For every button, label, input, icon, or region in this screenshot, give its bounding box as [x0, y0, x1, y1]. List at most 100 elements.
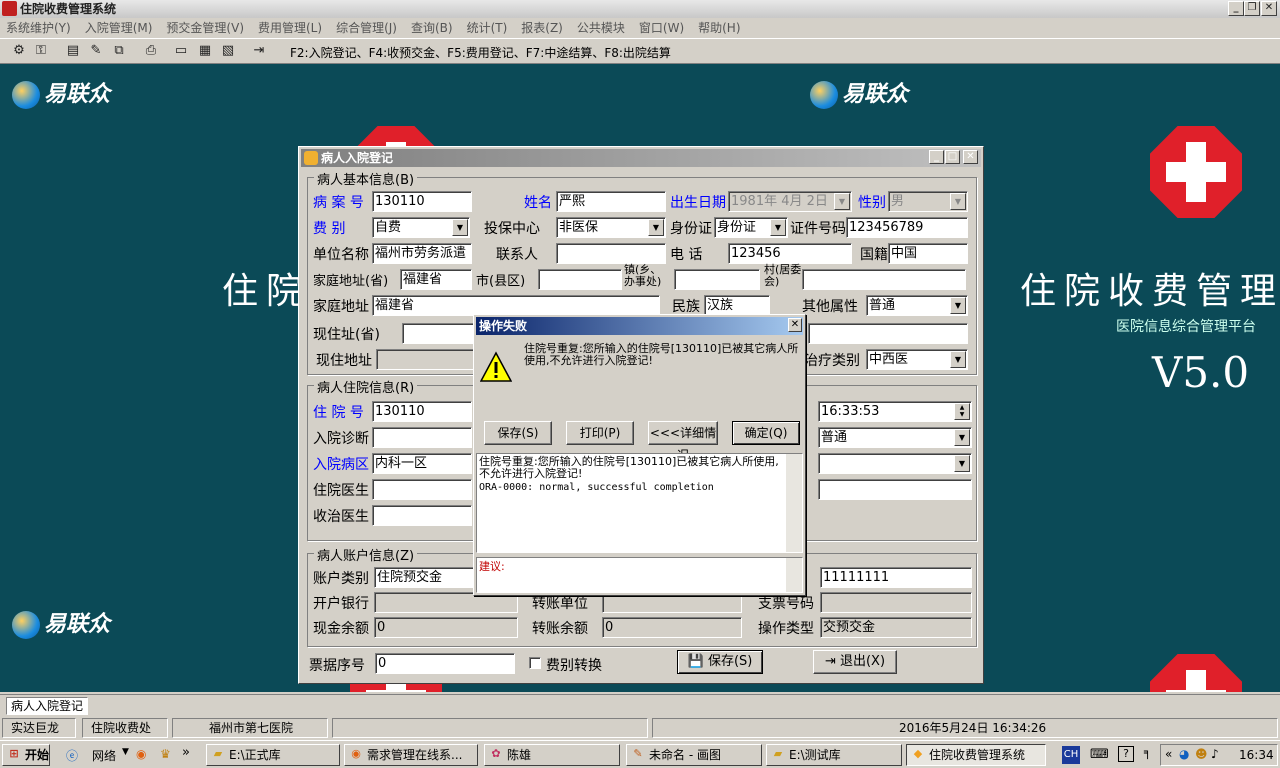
calc-icon[interactable]: ▦	[196, 43, 214, 59]
menu-system[interactable]: 系统维护(Y)	[0, 18, 79, 38]
acct-type-field[interactable]: 住院预交金	[374, 567, 474, 588]
menu-stats[interactable]: 统计(T)	[461, 18, 516, 38]
doctor-field[interactable]	[372, 479, 472, 500]
card-icon[interactable]: ▭	[172, 43, 190, 59]
keyboard-icon[interactable]: ⌨	[1090, 747, 1109, 762]
check-no-field[interactable]	[820, 592, 972, 613]
taskbar-item[interactable]: ✿ 陈雄	[484, 744, 620, 766]
insure-select[interactable]: 非医保 ▼	[556, 217, 666, 238]
document-icon[interactable]: ▤	[64, 43, 82, 59]
level-select[interactable]: 普通 ▼	[818, 427, 972, 448]
detail-textarea[interactable]: 住院号重复:您所输入的住院号[130110]已被其它病人所使用,不允许进行入院登…	[476, 453, 803, 553]
nation-field[interactable]: 中国	[888, 243, 968, 264]
window-minimize-button[interactable]: _	[929, 150, 944, 164]
chevron-down-icon[interactable]: ▼	[950, 297, 966, 314]
chevron-down-icon[interactable]: ▼	[950, 351, 966, 368]
birth-field[interactable]: 1981年 4月 2日 ▼	[728, 191, 852, 212]
home-addr-field[interactable]: 福建省	[372, 295, 660, 316]
key-icon[interactable]: ⚿	[32, 43, 50, 59]
cur-addr-field[interactable]	[376, 349, 476, 370]
dialog-print-button[interactable]: 打印(P)	[566, 421, 634, 445]
ie-icon[interactable]: ⓔ	[66, 747, 78, 764]
ward-room-select[interactable]: ▼	[818, 453, 972, 474]
ticket-field[interactable]: 0	[375, 653, 515, 674]
chevron-down-icon[interactable]: ▼	[954, 429, 970, 446]
menu-query[interactable]: 查询(B)	[405, 18, 461, 38]
window-close-button[interactable]: ✕	[963, 150, 978, 164]
ward-field[interactable]: 内科一区	[372, 453, 472, 474]
chevron-down-icon[interactable]: ▼	[452, 219, 468, 236]
taskbar-item[interactable]: ▰ E:\正式库	[206, 744, 340, 766]
chevron-left-icon[interactable]: «	[1165, 747, 1172, 761]
inpatient-no-field[interactable]: 130110	[372, 401, 472, 422]
phone-field[interactable]: 123456	[728, 243, 852, 264]
taskbar-item[interactable]: ◉ 需求管理在线系...	[344, 744, 478, 766]
ok-button[interactable]: 确定(Q)	[732, 421, 800, 445]
scrollbar[interactable]	[786, 454, 802, 552]
more-icon[interactable]: »	[182, 745, 190, 760]
cur-prov-field[interactable]	[402, 323, 474, 344]
network-label[interactable]: 网络	[92, 747, 116, 764]
chevron-down-icon[interactable]: ▼	[648, 219, 664, 236]
id-type-select[interactable]: 身份证 ▼	[714, 217, 788, 238]
pin-icon[interactable]: ╕	[1144, 745, 1151, 759]
menu-admission[interactable]: 入院管理(M)	[79, 18, 161, 38]
op-type-field[interactable]: 交预交金	[820, 617, 972, 638]
name-field[interactable]: 严熙	[556, 191, 666, 212]
scrollbar[interactable]	[786, 558, 802, 592]
dialog-save-button[interactable]: 保存(S)	[484, 421, 552, 445]
chevron-down-icon[interactable]: ▼	[954, 455, 970, 472]
city-field[interactable]	[538, 269, 622, 290]
window-maximize-button[interactable]: □	[945, 150, 960, 164]
admit-time-field[interactable]: 16:33:53 ▲ ▼	[818, 401, 972, 422]
app-icon[interactable]: ♛	[160, 747, 171, 761]
treat-select[interactable]: 中西医 ▼	[866, 349, 968, 370]
ethnic-field[interactable]: 汉族	[704, 295, 770, 316]
close-button[interactable]: ✕	[1261, 1, 1277, 16]
window-tab[interactable]: 病人入院登记	[6, 697, 89, 715]
contact-field[interactable]	[556, 243, 666, 264]
minimize-button[interactable]: _	[1228, 1, 1244, 16]
cur-village-field[interactable]	[808, 323, 968, 344]
print-icon[interactable]: ⎙	[142, 43, 160, 59]
chevron-down-icon[interactable]: ▼	[122, 747, 129, 757]
sex-select[interactable]: 男 ▼	[888, 191, 968, 212]
village-field[interactable]	[802, 269, 966, 290]
chevron-down-icon[interactable]: ▼	[834, 193, 850, 210]
taskbar-item-active[interactable]: ◆ 住院收费管理系统	[906, 744, 1046, 766]
fee-type-select[interactable]: 自费 ▼	[372, 217, 470, 238]
menu-general[interactable]: 综合管理(J)	[330, 18, 405, 38]
save-button[interactable]: 💾 保存(S)	[677, 650, 763, 674]
company-field[interactable]: 福州市劳务派遣	[372, 243, 472, 264]
help-icon[interactable]: ?	[1118, 746, 1134, 762]
exit-button[interactable]: ⇥ 退出(X)	[813, 650, 897, 674]
case-no-field[interactable]: 130110	[372, 191, 472, 212]
dialog-close-button[interactable]: ✕	[788, 318, 802, 332]
taskbar-item[interactable]: ✎ 未命名 - 画图	[626, 744, 762, 766]
language-indicator[interactable]: CH	[1062, 746, 1080, 764]
users-icon[interactable]: ⚙	[10, 43, 28, 59]
chevron-down-icon[interactable]: ▼	[950, 193, 966, 210]
restore-button[interactable]: ❐	[1244, 1, 1260, 16]
town-field[interactable]	[674, 269, 760, 290]
menu-window[interactable]: 窗口(W)	[633, 18, 692, 38]
qq-icon[interactable]: ☻	[1195, 747, 1208, 761]
diag-field[interactable]	[372, 427, 472, 448]
speaker-icon[interactable]: ♪	[1211, 747, 1219, 761]
details-button[interactable]: <<<详细情况	[648, 421, 718, 462]
taskbar-item[interactable]: ▰ E:\测试库	[766, 744, 902, 766]
menu-common[interactable]: 公共模块	[571, 18, 633, 38]
menu-deposit[interactable]: 预交金管理(V)	[160, 18, 252, 38]
id-no-field[interactable]: 123456789	[846, 217, 968, 238]
exit-icon[interactable]: ⇥	[250, 43, 268, 59]
copy-icon[interactable]: ⧉	[110, 43, 128, 59]
switch-checkbox[interactable]	[529, 657, 541, 669]
clock[interactable]: 16:34	[1239, 748, 1274, 762]
amount-field[interactable]: 11111111	[820, 567, 972, 588]
bed-field[interactable]	[818, 479, 972, 500]
other-select[interactable]: 普通 ▼	[866, 295, 968, 316]
firefox-icon[interactable]: ◉	[136, 747, 146, 761]
menu-help[interactable]: 帮助(H)	[692, 18, 748, 38]
report-icon[interactable]: ▧	[219, 43, 237, 59]
tray-icon[interactable]: ◕	[1179, 747, 1189, 761]
